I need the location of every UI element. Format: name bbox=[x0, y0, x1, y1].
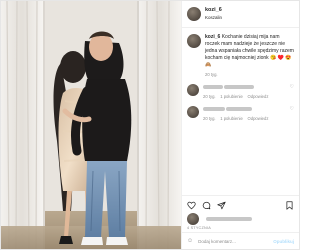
post-location[interactable]: Koszalin bbox=[205, 14, 222, 21]
share-icon[interactable] bbox=[217, 201, 226, 210]
post-side-panel: kozi_6 Koszalin kozi_6 Kochanie dzisiaj … bbox=[181, 1, 299, 249]
caption-time: 20 tyg. bbox=[205, 72, 218, 77]
comment-time: 20 tyg. bbox=[203, 94, 216, 99]
author-avatar[interactable] bbox=[187, 7, 201, 21]
commenter-avatar[interactable] bbox=[187, 84, 199, 96]
comment-content: 20 tyg. 1 polubienie Odpowiedz bbox=[203, 84, 288, 99]
comment-time: 20 tyg. bbox=[203, 116, 216, 121]
caption-block: kozi_6 Kochanie dzisiaj mija nam roczek … bbox=[187, 34, 294, 77]
publish-button[interactable]: Opublikuj bbox=[273, 239, 294, 244]
caption-content: kozi_6 Kochanie dzisiaj mija nam roczek … bbox=[205, 34, 294, 77]
comment-like-count[interactable]: 1 polubienie bbox=[220, 116, 243, 121]
comment-text-blurred bbox=[203, 84, 288, 91]
couple-photo-image bbox=[1, 1, 181, 249]
smile-icon[interactable]: ☺ bbox=[187, 238, 193, 244]
comment-like-heart-icon[interactable]: ♡ bbox=[288, 84, 294, 90]
reply-link[interactable]: Odpowiedz bbox=[247, 94, 268, 99]
comment-meta: 20 tyg. 1 polubienie Odpowiedz bbox=[203, 116, 288, 121]
comment-meta: 20 tyg. 1 polubienie Odpowiedz bbox=[203, 94, 288, 99]
comment-item: 20 tyg. 1 polubienie Odpowiedz ♡ bbox=[187, 84, 294, 99]
add-comment-input[interactable]: Dodaj komentarz... bbox=[198, 239, 236, 244]
commenter-avatar[interactable] bbox=[187, 106, 199, 118]
heart-icon[interactable] bbox=[187, 201, 196, 210]
comment-text-blurred bbox=[203, 106, 288, 113]
comment-text-redacted bbox=[224, 84, 255, 89]
post-header: kozi_6 Koszalin bbox=[182, 1, 299, 28]
instagram-post: kozi_6 Koszalin kozi_6 Kochanie dzisiaj … bbox=[0, 0, 300, 250]
reply-link[interactable]: Odpowiedz bbox=[247, 116, 268, 121]
action-bar bbox=[182, 195, 299, 214]
post-date: 4 STYCZNIA bbox=[187, 226, 211, 230]
post-photo[interactable] bbox=[1, 1, 181, 249]
caption-text-line: kozi_6 Kochanie dzisiaj mija nam roczek … bbox=[205, 34, 294, 69]
caption-avatar[interactable] bbox=[187, 34, 201, 48]
commenter-username-redacted[interactable] bbox=[203, 106, 225, 111]
comment-like-count[interactable]: 1 polubienie bbox=[220, 94, 243, 99]
author-username[interactable]: kozi_6 bbox=[205, 7, 222, 14]
comment-content: 20 tyg. 1 polubienie Odpowiedz bbox=[203, 106, 288, 121]
caption-username[interactable]: kozi_6 bbox=[205, 34, 220, 40]
comment-item: 20 tyg. 1 polubienie Odpowiedz ♡ bbox=[187, 106, 294, 121]
comment-icon[interactable] bbox=[202, 201, 211, 210]
likes-text-redacted[interactable] bbox=[206, 217, 252, 221]
comment-text-redacted bbox=[226, 106, 253, 111]
add-comment-bar: ☺ Dodaj komentarz... Opublikuj bbox=[182, 232, 299, 249]
author-info: kozi_6 Koszalin bbox=[205, 7, 222, 21]
comments-area: kozi_6 Kochanie dzisiaj mija nam roczek … bbox=[182, 28, 299, 195]
bookmark-icon[interactable] bbox=[285, 200, 294, 210]
comment-like-heart-icon[interactable]: ♡ bbox=[288, 106, 294, 112]
likes-row bbox=[182, 213, 299, 225]
commenter-username-redacted[interactable] bbox=[203, 84, 223, 89]
